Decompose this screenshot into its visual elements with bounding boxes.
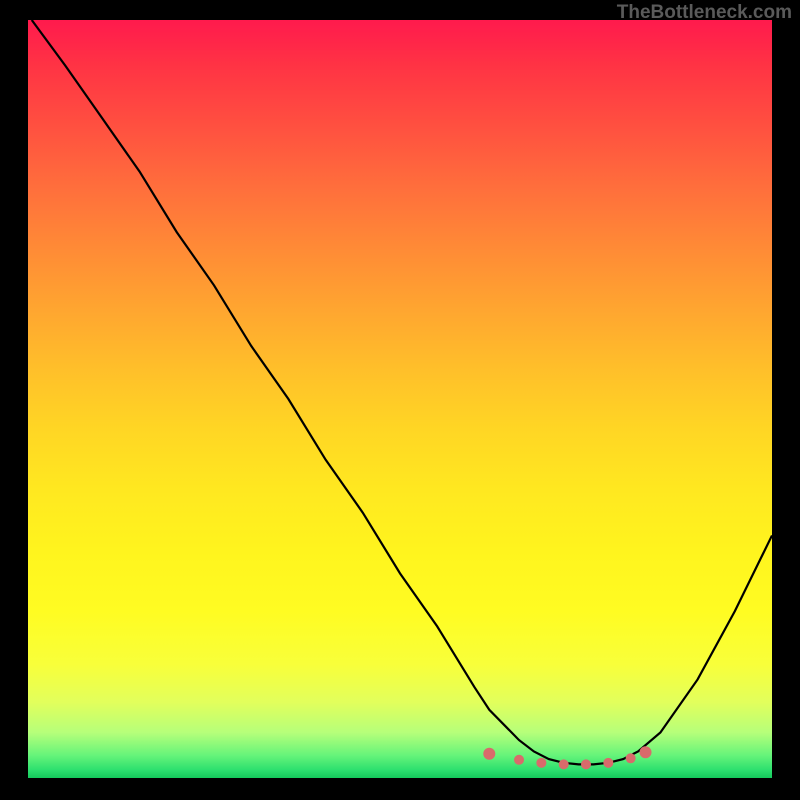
watermark-text: TheBottleneck.com — [617, 2, 792, 24]
chart-container: TheBottleneck.com — [0, 0, 800, 800]
plot-area — [28, 20, 772, 778]
gradient-background — [28, 20, 772, 778]
